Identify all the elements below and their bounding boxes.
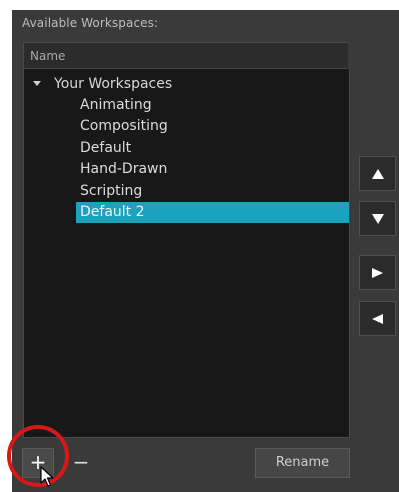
move-down-button[interactable]: [359, 201, 396, 236]
workspace-tree[interactable]: Name Your Workspaces Animating Compositi…: [23, 42, 350, 438]
add-to-list-button[interactable]: [359, 255, 396, 290]
tree-item-compositing[interactable]: Compositing: [76, 116, 349, 137]
available-workspaces-label: Available Workspaces:: [22, 16, 159, 30]
move-up-button[interactable]: [359, 156, 396, 191]
remove-workspace-button[interactable]: −: [70, 448, 92, 478]
tree-root-label: Your Workspaces: [54, 76, 173, 92]
triangle-right-icon: [372, 267, 383, 278]
tree-item-default-2[interactable]: Default 2: [76, 202, 349, 223]
triangle-up-icon: [371, 168, 384, 179]
tree-item-default[interactable]: Default: [76, 138, 349, 159]
tree-root-your-workspaces[interactable]: Your Workspaces: [24, 73, 349, 95]
triangle-down-icon: [371, 213, 384, 224]
mouse-cursor-icon: [40, 466, 54, 487]
tree-item-scripting[interactable]: Scripting: [76, 181, 349, 202]
column-header-name[interactable]: Name: [24, 43, 350, 69]
rename-button[interactable]: Rename: [255, 448, 350, 478]
tree-item-animating[interactable]: Animating: [76, 95, 349, 116]
expand-caret-icon[interactable]: [33, 81, 41, 86]
remove-from-list-button[interactable]: [359, 301, 396, 336]
tree-item-hand-drawn[interactable]: Hand-Drawn: [76, 159, 349, 180]
triangle-left-icon: [372, 313, 383, 324]
